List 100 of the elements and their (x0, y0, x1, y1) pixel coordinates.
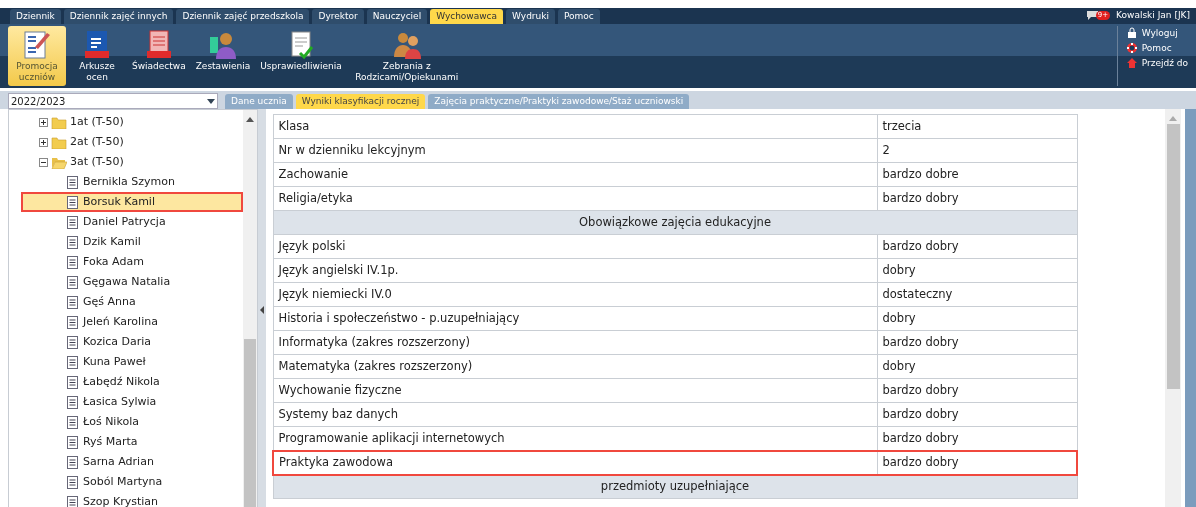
table-cell: Nr w dzienniku lekcyjnym (273, 138, 877, 163)
document-icon (67, 195, 78, 209)
table-cell: Wychowanie fizyczne (273, 378, 877, 403)
tree-item[interactable]: Gęgawa Natalia (21, 272, 243, 292)
tree-item[interactable]: Bernikla Szymon (21, 172, 243, 192)
document-icon (67, 475, 78, 489)
table-cell: bardzo dobry (877, 234, 1077, 259)
open-folder-icon (51, 155, 67, 169)
grade-sheet-icon (21, 29, 53, 61)
menu-link[interactable]: Wyloguj (1125, 26, 1188, 40)
table-cell: trzecia (877, 114, 1077, 139)
document-icon (67, 315, 78, 329)
menu-link[interactable]: Przejdź do (1125, 56, 1188, 70)
toolbar-button[interactable]: Usprawiedliwienia (256, 26, 346, 86)
menu-tab[interactable]: Dziennik (10, 9, 61, 24)
scroll-up-arrow-icon[interactable] (246, 116, 254, 122)
table-cell: bardzo dobry (877, 186, 1077, 211)
tree-item[interactable]: Kuna Paweł (21, 352, 243, 372)
menu-tab[interactable]: Wydruki (506, 9, 555, 24)
year-select[interactable]: 2022/2023 (8, 93, 218, 109)
menu-tab[interactable]: Pomoc (558, 9, 600, 24)
dropdown-arrow-icon (207, 98, 215, 104)
chat-icon (1085, 10, 1100, 21)
table-cell: dobry (877, 354, 1077, 379)
menu-tab[interactable]: Wychowawca (430, 9, 504, 24)
tree-item[interactable]: Daniel Patrycja (21, 212, 243, 232)
toolbar-button[interactable]: Zestawienia (191, 26, 255, 86)
table-cell: dobry (877, 306, 1077, 331)
tree-node[interactable]: 1at (T-50) (39, 112, 243, 132)
table-cell: Systemy baz danych (273, 402, 877, 427)
table-cell: dobry (877, 258, 1077, 283)
tree-scrollbar[interactable] (243, 110, 257, 507)
tree-item[interactable]: Szop Krystian (21, 492, 243, 507)
folder-icon (51, 135, 67, 149)
table-cell: 2 (877, 138, 1077, 163)
table-scrollbar[interactable] (1165, 109, 1181, 507)
table-cell: Praktyka zawodowa (273, 450, 877, 475)
tree-item[interactable]: Jeleń Karolina (21, 312, 243, 332)
toolbar-button[interactable]: Zebrania z Rodzicami/Opiekunami (347, 26, 466, 86)
table-cell: Język polski (273, 234, 877, 259)
menu-tab[interactable]: Nauczyciel (366, 9, 428, 24)
collapse-arrow-icon[interactable] (260, 305, 264, 314)
document-icon (67, 375, 78, 389)
tree-node[interactable]: 3at (T-50) (39, 152, 243, 172)
document-icon (67, 395, 78, 409)
table-cell: Klasa (273, 114, 877, 139)
document-icon (67, 435, 78, 449)
folder-icon (51, 115, 67, 129)
tree-item[interactable]: Soból Martyna (21, 472, 243, 492)
table-cell: bardzo dobry (877, 450, 1077, 475)
table-cell: bardzo dobry (877, 330, 1077, 355)
lifebuoy-icon (1125, 42, 1138, 54)
tree-item[interactable]: Gęś Anna (21, 292, 243, 312)
document-icon (67, 235, 78, 249)
document-icon (67, 495, 78, 507)
menu-tab[interactable]: Dziennik zajęć innych (63, 9, 174, 24)
tree-node[interactable]: 2at (T-50) (39, 132, 243, 152)
table-cell: Informatyka (zakres rozszerzony) (273, 330, 877, 355)
tree-item[interactable]: Ryś Marta (21, 432, 243, 452)
table-cell: Zachowanie (273, 162, 877, 187)
document-icon (67, 415, 78, 429)
table-cell: bardzo dobry (877, 378, 1077, 403)
table-cell: bardzo dobry (877, 402, 1077, 427)
document-icon (67, 455, 78, 469)
document-icon (67, 175, 78, 189)
tree-item[interactable]: Foka Adam (21, 252, 243, 272)
menu-link[interactable]: Pomoc (1125, 41, 1188, 55)
tree-item[interactable]: Dzik Kamil (21, 232, 243, 252)
table-cell: Język angielski IV.1p. (273, 258, 877, 283)
section-header: przedmioty uzupełniające (273, 474, 1077, 499)
table-cell: Programowanie aplikacji internetowych (273, 426, 877, 451)
table-cell: bardzo dobre (877, 162, 1077, 187)
collapsed-side-panel[interactable] (1185, 109, 1196, 507)
section-header: Obowiązkowe zajęcia edukacyjne (273, 210, 1077, 235)
document-icon (67, 215, 78, 229)
table-cell: Religia/etyka (273, 186, 877, 211)
toolbar-button[interactable]: Promocja uczniów (8, 26, 66, 86)
tree-item[interactable]: Łoś Nikola (21, 412, 243, 432)
user-name: Kowalski Jan [JK] (1116, 8, 1190, 22)
menu-tab[interactable]: Dyrektor (312, 9, 364, 24)
tree-item[interactable]: Łasica Sylwia (21, 392, 243, 412)
table-cell: Historia i społeczeństwo - p.uzupełniający (273, 306, 877, 331)
content-tab[interactable]: Wyniki klasyfikacji rocznej (295, 93, 426, 109)
home-icon (1125, 57, 1138, 69)
tree-item[interactable]: Kozica Daria (21, 332, 243, 352)
document-icon (67, 255, 78, 269)
document-icon (67, 355, 78, 369)
table-cell: Matematyka (zakres rozszerzony) (273, 354, 877, 379)
table-cell: dostateczny (877, 282, 1077, 307)
document-icon (67, 295, 78, 309)
tree-item[interactable]: Łabędź Nikola (21, 372, 243, 392)
lock-icon (1125, 27, 1138, 39)
document-icon (67, 335, 78, 349)
tree-item[interactable]: Borsuk Kamil (21, 192, 243, 212)
toolbar-button[interactable]: Świadectwa (128, 26, 190, 86)
menu-tab[interactable]: Dziennik zajęć przedszkola (176, 9, 310, 24)
toolbar-button[interactable]: Arkusze ocen (68, 26, 126, 86)
document-icon (67, 275, 78, 289)
tree-item[interactable]: Sarna Adrian (21, 452, 243, 472)
table-cell: Język niemiecki IV.0 (273, 282, 877, 307)
